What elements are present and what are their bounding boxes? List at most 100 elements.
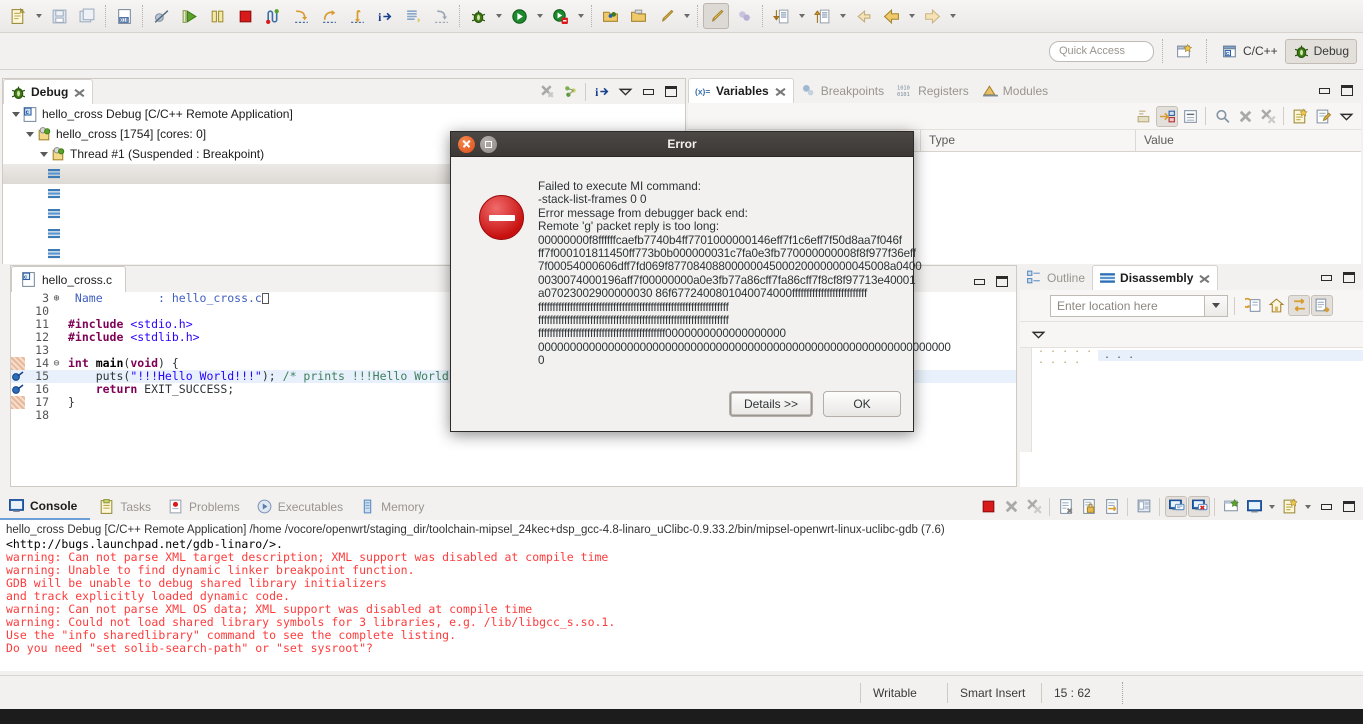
show-symbols-button[interactable] [1311, 295, 1333, 316]
back-button[interactable] [878, 3, 904, 29]
gutter-marker[interactable] [11, 357, 25, 370]
remove-expression-button[interactable] [1234, 106, 1256, 127]
connect-process-button[interactable] [559, 81, 581, 102]
open-console-button[interactable] [1188, 496, 1210, 517]
tab-debug[interactable]: Debug [3, 79, 94, 104]
tab-variables[interactable]: (x)= Variables [688, 78, 794, 103]
collapse-all-button[interactable] [1179, 106, 1201, 127]
expand-twisty[interactable] [37, 148, 50, 161]
minimize-button[interactable] [968, 271, 990, 292]
show-logical-structure-button[interactable] [1156, 105, 1178, 127]
skip-breakpoints-button[interactable] [148, 3, 174, 29]
edit-expression-button[interactable] [1312, 106, 1334, 127]
build-config-button[interactable] [731, 3, 757, 29]
next-annotation-button[interactable] [768, 3, 794, 29]
open-type-button[interactable] [597, 3, 623, 29]
new-console-view-button[interactable] [1220, 496, 1242, 517]
step-into-button[interactable] [288, 3, 314, 29]
column-header-type[interactable]: Type [921, 130, 1136, 151]
minimize-button[interactable] [1313, 80, 1335, 101]
new-file-dropdown[interactable] [32, 4, 45, 28]
expand-twisty[interactable] [23, 128, 36, 141]
scroll-lock-button[interactable] [1078, 496, 1100, 517]
minimize-button[interactable] [1315, 496, 1337, 517]
debug-launch-dropdown[interactable] [492, 4, 505, 28]
instruction-stepping-button[interactable]: i [372, 3, 398, 29]
run-launch-button[interactable] [506, 3, 532, 29]
console-output[interactable]: hello_cross Debug [C/C++ Remote Applicat… [0, 520, 1363, 671]
save-all-button[interactable] [74, 3, 100, 29]
maximize-button[interactable] [660, 81, 682, 102]
view-menu-button[interactable] [1027, 324, 1049, 345]
tab-disassembly[interactable]: Disassembly [1092, 265, 1219, 290]
perspective-debug[interactable]: Debug [1284, 38, 1357, 64]
terminate-button[interactable] [977, 496, 999, 517]
step-over-button[interactable] [316, 3, 342, 29]
status-resize-grip[interactable] [1122, 681, 1124, 704]
refresh-button[interactable] [1242, 295, 1264, 316]
gutter-marker[interactable] [11, 396, 25, 409]
clear-console-button[interactable] [1055, 496, 1077, 517]
add-expression-button[interactable] [1289, 106, 1311, 127]
gutter-marker[interactable] [11, 292, 25, 305]
open-perspective-button[interactable] [1171, 39, 1198, 64]
remove-all-terminated-button[interactable] [1023, 496, 1045, 517]
tab-executables[interactable]: Executables [248, 493, 351, 520]
fold-toggle[interactable]: ⊕ [51, 292, 62, 305]
perspective-cpp[interactable]: C C/C++ [1215, 39, 1285, 64]
external-tools-button[interactable] [547, 3, 573, 29]
gutter-marker[interactable] [11, 344, 25, 357]
tab-breakpoints[interactable]: Breakpoints [794, 78, 891, 103]
show-source-button[interactable] [1288, 295, 1310, 316]
location-dropdown[interactable] [1205, 294, 1228, 317]
step-return-button[interactable] [344, 3, 370, 29]
close-icon[interactable] [74, 87, 85, 98]
close-icon[interactable] [1199, 273, 1210, 284]
tree-item-launch[interactable]: c hello_cross Debug [C/C++ Remote Applic… [3, 104, 685, 124]
ok-button[interactable]: OK [823, 391, 901, 417]
view-menu-button[interactable] [614, 81, 636, 102]
drop-to-frame-button[interactable] [400, 3, 426, 29]
tab-hello-cross-c[interactable]: c hello_cross.c [11, 266, 127, 292]
expand-twisty[interactable] [9, 108, 22, 121]
binary-toggle-button[interactable]: 010 [111, 3, 137, 29]
build-all-button[interactable] [653, 3, 679, 29]
word-wrap-button[interactable] [1101, 496, 1123, 517]
column-header-value[interactable]: Value [1136, 130, 1361, 151]
tab-outline[interactable]: Outline [1020, 265, 1092, 290]
maximize-button[interactable] [991, 271, 1013, 292]
close-icon[interactable] [775, 86, 786, 97]
back-dropdown[interactable] [905, 4, 918, 28]
minimize-button[interactable] [1315, 267, 1337, 288]
terminate-button[interactable] [232, 3, 258, 29]
location-input[interactable]: Enter location here [1050, 294, 1205, 317]
step-into-selection-button[interactable] [428, 3, 454, 29]
remove-all-expressions-button[interactable] [1257, 106, 1279, 127]
forward-dropdown[interactable] [946, 4, 959, 28]
fold-toggle[interactable]: ⊖ [51, 357, 62, 370]
details-button[interactable]: Details >> [728, 391, 813, 417]
show-type-names-button[interactable] [1133, 106, 1155, 127]
display-selected-console-button[interactable] [1165, 496, 1187, 517]
quick-access-input[interactable]: Quick Access [1048, 40, 1154, 62]
display-console-dropdown-arrow[interactable] [1265, 495, 1278, 519]
suspend-button[interactable] [204, 3, 230, 29]
dialog-titlebar[interactable]: Error [451, 132, 913, 157]
save-button[interactable] [46, 3, 72, 29]
forward-button[interactable] [919, 3, 945, 29]
tab-registers[interactable]: 1010 0101 Registers [891, 78, 976, 103]
new-file-button[interactable] [5, 3, 31, 29]
build-active-button[interactable] [703, 3, 729, 29]
gutter-marker[interactable] [11, 305, 25, 318]
home-button[interactable] [1265, 295, 1287, 316]
disassembly-row[interactable]: . . . . . . . . . . . . [1032, 344, 1363, 366]
remove-launch-button[interactable] [1000, 496, 1022, 517]
next-annotation-dropdown[interactable] [795, 4, 808, 28]
view-menu-button[interactable] [1335, 106, 1357, 127]
build-dropdown[interactable] [680, 4, 693, 28]
previous-annotation-button[interactable] [809, 3, 835, 29]
resume-button[interactable] [176, 3, 202, 29]
disconnect-button[interactable] [260, 3, 286, 29]
breakpoint-marker[interactable] [11, 383, 25, 396]
gutter-marker[interactable] [11, 318, 25, 331]
